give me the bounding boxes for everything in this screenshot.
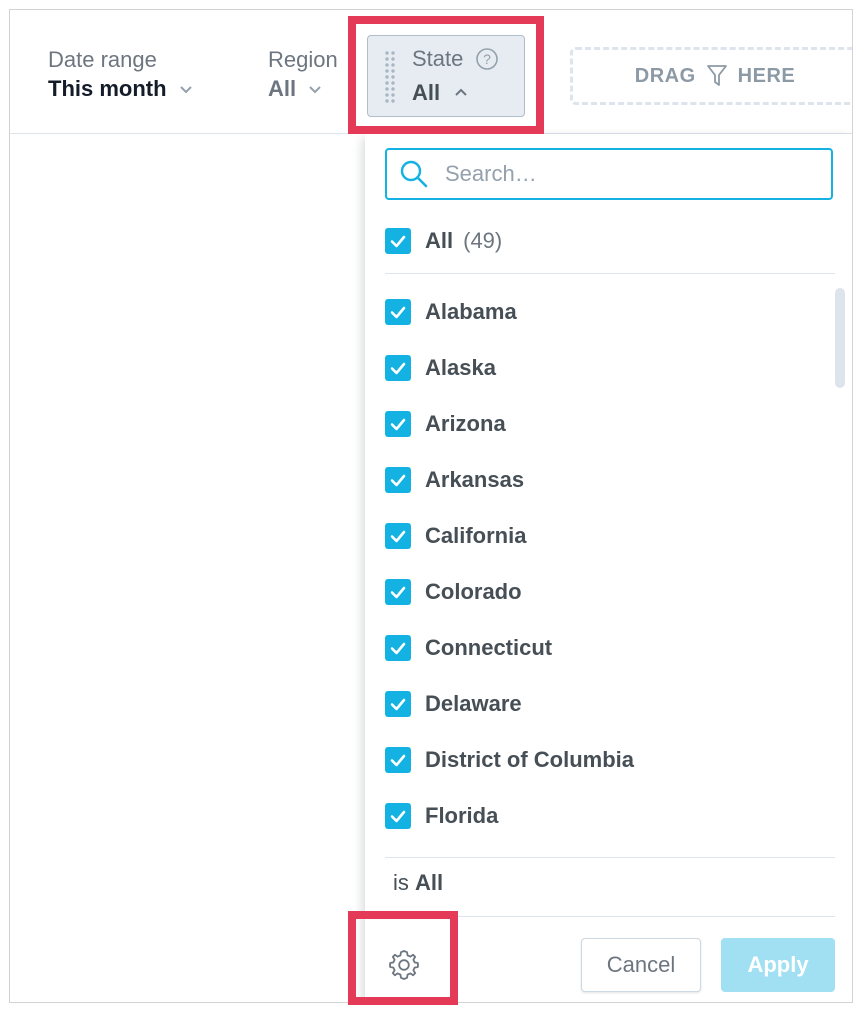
list-scrollbar[interactable]	[835, 288, 845, 388]
list-item[interactable]: Arizona	[385, 396, 825, 452]
checkbox-checked-icon[interactable]	[385, 635, 411, 661]
checkbox-checked-icon[interactable]	[385, 579, 411, 605]
date-range-label: Date range	[48, 47, 157, 72]
checkbox-checked-icon[interactable]	[385, 228, 411, 254]
help-icon[interactable]: ?	[475, 47, 499, 71]
checkbox-checked-icon[interactable]	[385, 803, 411, 829]
summary-prefix: is	[393, 870, 409, 895]
state-value: All	[412, 80, 441, 105]
date-range-value: This month	[48, 76, 167, 101]
divider	[385, 273, 835, 274]
drag-grip-icon[interactable]	[384, 50, 396, 104]
date-range-filter[interactable]: Date range This month	[48, 46, 195, 104]
gear-icon[interactable]	[387, 948, 421, 982]
select-all-label: All	[425, 228, 454, 253]
selection-summary: is All	[393, 870, 443, 896]
list-item[interactable]: Connecticut	[385, 620, 825, 676]
summary-value: All	[415, 870, 444, 895]
drag-filter-drop-zone[interactable]: DRAG HERE	[570, 47, 852, 105]
checkbox-checked-icon[interactable]	[385, 299, 411, 325]
checkbox-checked-icon[interactable]	[385, 523, 411, 549]
list-item-label: Alaska	[425, 355, 496, 380]
state-filter-dropdown: All (49) Alabama Alaska Arizona Arkansas…	[365, 134, 852, 1002]
drag-zone-text-right: HERE	[737, 64, 796, 87]
list-item-label: Arizona	[425, 411, 506, 436]
select-all-option[interactable]: All (49)	[385, 228, 502, 254]
search-field[interactable]	[385, 148, 833, 200]
search-input[interactable]	[443, 160, 807, 188]
chevron-up-icon	[455, 88, 467, 96]
list-item-label: Florida	[425, 803, 499, 828]
list-item-label: District of Columbia	[425, 747, 635, 772]
svg-text:?: ?	[483, 51, 491, 67]
region-label: Region	[268, 47, 338, 72]
list-item-label: Colorado	[425, 579, 522, 604]
list-item[interactable]: Delaware	[385, 676, 825, 732]
checkbox-checked-icon[interactable]	[385, 747, 411, 773]
list-item-label: Connecticut	[425, 635, 553, 660]
checkbox-checked-icon[interactable]	[385, 411, 411, 437]
list-item[interactable]: Arkansas	[385, 452, 825, 508]
checkbox-checked-icon[interactable]	[385, 355, 411, 381]
chevron-down-icon	[179, 86, 192, 94]
divider	[385, 857, 835, 858]
list-item[interactable]: District of Columbia	[385, 732, 825, 788]
funnel-icon	[706, 65, 727, 86]
select-all-count: (49)	[463, 228, 503, 253]
drag-zone-text-left: DRAG	[634, 64, 696, 87]
state-label: State	[412, 46, 464, 71]
state-filter-button[interactable]: State ? All	[367, 35, 525, 117]
app-window: Date range This month Region All State ?…	[9, 9, 853, 1003]
list-item[interactable]: Alaska	[385, 340, 825, 396]
apply-button[interactable]: Apply	[721, 938, 835, 992]
list-item[interactable]: Florida	[385, 788, 825, 844]
list-item-label: Delaware	[425, 691, 522, 716]
checkbox-checked-icon[interactable]	[385, 467, 411, 493]
list-item[interactable]: California	[385, 508, 825, 564]
list-item-label: California	[425, 523, 527, 548]
cancel-button[interactable]: Cancel	[581, 938, 701, 992]
list-item-label: Arkansas	[425, 467, 525, 492]
region-filter[interactable]: Region All	[268, 46, 338, 104]
region-value: All	[268, 76, 297, 101]
state-list: Alabama Alaska Arizona Arkansas Californ…	[385, 284, 825, 844]
divider	[385, 916, 835, 917]
list-item[interactable]: Colorado	[385, 564, 825, 620]
checkbox-checked-icon[interactable]	[385, 691, 411, 717]
search-icon	[400, 160, 428, 188]
filter-bar: Date range This month Region All State ?…	[10, 10, 852, 134]
list-item[interactable]: Alabama	[385, 284, 825, 340]
list-item-label: Alabama	[425, 299, 517, 324]
chevron-down-icon	[309, 86, 321, 94]
